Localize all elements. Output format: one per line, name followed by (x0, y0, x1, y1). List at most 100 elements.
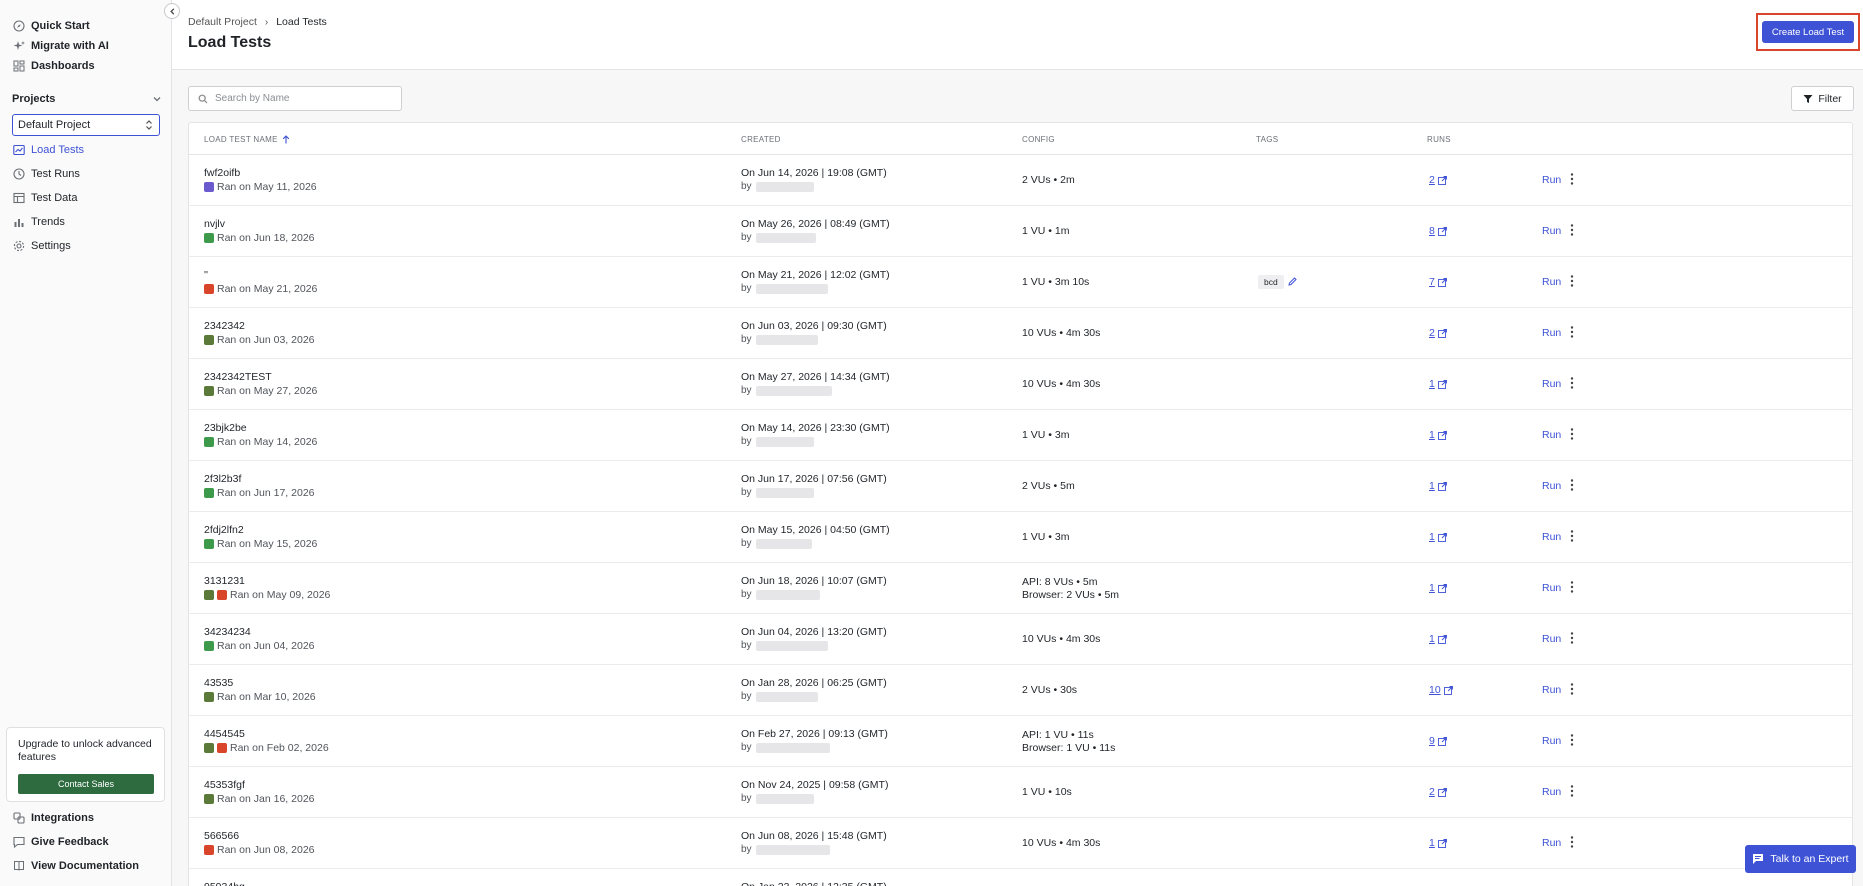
more-options-icon[interactable] (1567, 681, 1577, 697)
sidebar-item-load-tests[interactable]: Load Tests (12, 140, 84, 160)
run-button[interactable]: Run (1542, 429, 1561, 441)
table-row[interactable]: 2f3l2b3f Ran on Jun 17, 2026 On Jun 17, 20… (189, 461, 1852, 512)
runs-link[interactable]: 1 (1429, 378, 1447, 390)
more-options-icon[interactable] (1567, 732, 1577, 748)
run-button[interactable]: Run (1542, 837, 1561, 849)
table-row[interactable]: 3131231 Ran on May 09, 2026 On Jun 18, 202… (189, 563, 1852, 614)
runs-link[interactable]: 2 (1429, 327, 1447, 339)
runs-link[interactable]: 2 (1429, 174, 1447, 186)
run-button[interactable]: Run (1542, 327, 1561, 339)
sidebar-item-trends[interactable]: Trends (12, 212, 65, 232)
more-options-icon[interactable] (1567, 426, 1577, 442)
sidebar-item-test-data[interactable]: Test Data (12, 188, 77, 208)
run-button[interactable]: Run (1542, 276, 1561, 288)
runs-link[interactable]: 1 (1429, 582, 1447, 594)
runs-link[interactable]: 2 (1429, 786, 1447, 798)
tag-badge[interactable]: bcd (1258, 275, 1284, 289)
runs-link[interactable]: 1 (1429, 480, 1447, 492)
runs-link[interactable]: 10 (1429, 684, 1453, 696)
more-options-icon[interactable] (1567, 273, 1577, 289)
run-button[interactable]: Run (1542, 735, 1561, 747)
more-options-icon[interactable] (1567, 324, 1577, 340)
sidebar-item-give-feedback[interactable]: Give Feedback (12, 832, 109, 852)
runs-link[interactable]: 9 (1429, 735, 1447, 747)
table-row[interactable]: 4454545 Ran on Feb 02, 2026 On Feb 27, 202… (189, 716, 1852, 767)
more-options-icon[interactable] (1567, 222, 1577, 238)
runs-link[interactable]: 1 (1429, 531, 1447, 543)
table-row[interactable]: 95934hg On Jan 23, 2026 | 12:35 (GMT) (189, 869, 1852, 886)
run-button[interactable]: Run (1542, 174, 1561, 186)
table-row[interactable]: 43535 Ran on Mar 10, 2026 On Jan 28, 2026 … (189, 665, 1852, 716)
sidebar-item-migrate-with-ai[interactable]: Migrate with AI (12, 36, 109, 56)
created-date: On Nov 24, 2025 | 09:58 (GMT) (741, 779, 889, 791)
run-button[interactable]: Run (1542, 633, 1561, 645)
runs-link[interactable]: 7 (1429, 276, 1447, 288)
run-button[interactable]: Run (1542, 225, 1561, 237)
table-row[interactable]: fwf2oifb Ran on May 11, 2026 On Jun 14, 20… (189, 155, 1852, 206)
collapse-sidebar-button[interactable] (164, 3, 180, 19)
sidebar-item-test-runs[interactable]: Test Runs (12, 164, 80, 184)
run-button[interactable]: Run (1542, 480, 1561, 492)
load-test-name[interactable]: 2fdj2lfn2 (204, 524, 244, 536)
sort-ascending-icon[interactable] (282, 135, 290, 144)
load-test-name[interactable]: 95934hg (204, 881, 245, 886)
project-select[interactable]: Default Project (12, 114, 160, 136)
table-row[interactable]: 2fdj2lfn2 Ran on May 15, 2026 On May 15, 2… (189, 512, 1852, 563)
more-options-icon[interactable] (1567, 375, 1577, 391)
load-test-name[interactable]: nvjlv (204, 218, 225, 230)
more-options-icon[interactable] (1567, 630, 1577, 646)
load-test-name[interactable]: 566566 (204, 830, 239, 842)
last-run: Ran on Jun 18, 2026 (204, 232, 315, 244)
create-load-test-button[interactable]: Create Load Test (1762, 21, 1854, 43)
table-row[interactable]: 2342342 Ran on Jun 03, 2026 On Jun 03, 202… (189, 308, 1852, 359)
load-test-name[interactable]: 23bjk2be (204, 422, 247, 434)
more-options-icon[interactable] (1567, 834, 1577, 850)
load-test-name[interactable]: 4454545 (204, 728, 245, 740)
breadcrumb-project[interactable]: Default Project (188, 16, 257, 28)
sidebar-item-quick-start[interactable]: Quick Start (12, 16, 90, 36)
talk-to-expert-button[interactable]: Talk to an Expert (1745, 845, 1856, 873)
filter-button[interactable]: Filter (1791, 86, 1854, 111)
run-button[interactable]: Run (1542, 684, 1561, 696)
runs-link[interactable]: 1 (1429, 429, 1447, 441)
load-test-name[interactable]: 2342342TEST (204, 371, 272, 383)
more-options-icon[interactable] (1567, 477, 1577, 493)
load-test-name[interactable]: 43535 (204, 677, 233, 689)
table-row[interactable]: '' Ran on May 21, 2026 On May 21, 2026 | 1… (189, 257, 1852, 308)
runs-link[interactable]: 1 (1429, 837, 1447, 849)
runs-link[interactable]: 8 (1429, 225, 1447, 237)
more-options-icon[interactable] (1567, 528, 1577, 544)
search-box[interactable] (188, 86, 402, 111)
run-button[interactable]: Run (1542, 786, 1561, 798)
table-row[interactable]: 2342342TEST Ran on May 27, 2026 On May 27,… (189, 359, 1852, 410)
load-test-name[interactable]: '' (204, 269, 208, 281)
table-row[interactable]: 23bjk2be Ran on May 14, 2026 On May 14, 20… (189, 410, 1852, 461)
run-button[interactable]: Run (1542, 378, 1561, 390)
sidebar-item-dashboards[interactable]: Dashboards (12, 56, 95, 76)
sidebar-item-settings[interactable]: Settings (12, 236, 71, 256)
sidebar-item-view-documentation[interactable]: View Documentation (12, 856, 139, 876)
table-row[interactable]: 34234234 Ran on Jun 04, 2026 On Jun 04, 20… (189, 614, 1852, 665)
runs-link[interactable]: 1 (1429, 633, 1447, 645)
run-button[interactable]: Run (1542, 531, 1561, 543)
more-options-icon[interactable] (1567, 579, 1577, 595)
load-test-name[interactable]: 2f3l2b3f (204, 473, 241, 485)
search-input[interactable] (215, 93, 395, 104)
load-test-name[interactable]: fwf2oifb (204, 167, 240, 179)
table-row[interactable]: 566566 Ran on Jun 08, 2026 On Jun 08, 2026… (189, 818, 1852, 869)
load-test-name[interactable]: 34234234 (204, 626, 251, 638)
table-row[interactable]: 45353fgf Ran on Jan 16, 2026 On Nov 24, 20… (189, 767, 1852, 818)
load-test-name[interactable]: 3131231 (204, 575, 245, 587)
load-test-name[interactable]: 2342342 (204, 320, 245, 332)
edit-tags-icon[interactable] (1287, 276, 1298, 287)
chevron-down-icon[interactable] (152, 94, 162, 104)
run-button[interactable]: Run (1542, 582, 1561, 594)
more-options-icon[interactable] (1567, 783, 1577, 799)
sidebar-item-integrations[interactable]: Integrations (12, 808, 94, 828)
test-type-icon (217, 743, 227, 753)
column-header-name[interactable]: LOAD TEST NAME (204, 135, 290, 144)
load-test-name[interactable]: 45353fgf (204, 779, 245, 791)
more-options-icon[interactable] (1567, 171, 1577, 187)
table-row[interactable]: nvjlv Ran on Jun 18, 2026 On May 26, 2026 … (189, 206, 1852, 257)
contact-sales-button[interactable]: Contact Sales (18, 774, 154, 794)
